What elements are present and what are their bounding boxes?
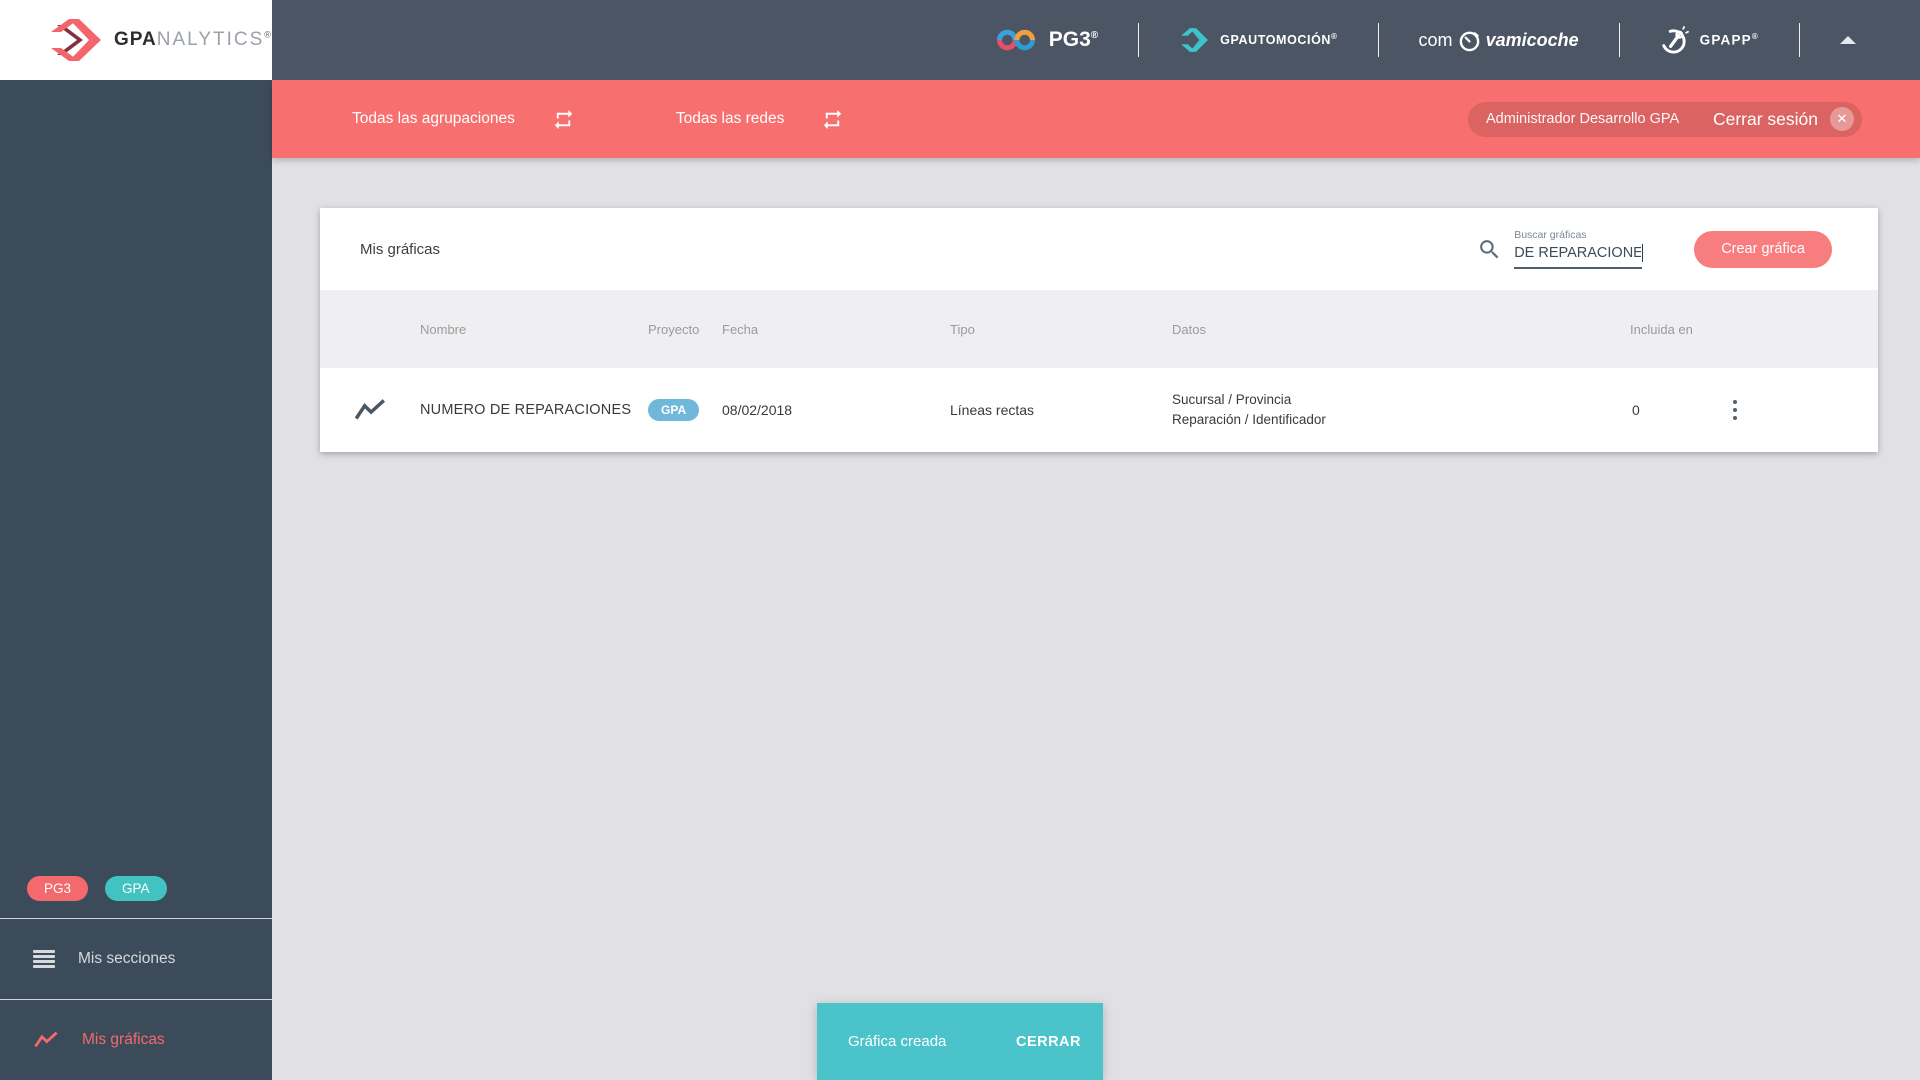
logo-gpa: GPA — [114, 29, 157, 50]
brand-gpautomocion[interactable]: GPAUTOMOCIÓN® — [1179, 26, 1337, 54]
snackbar-close-button[interactable]: CERRAR — [1006, 1026, 1091, 1058]
sidebar-item-mis-graficas[interactable]: Mis gráficas — [0, 1000, 272, 1080]
registered-mark: ® — [1090, 30, 1099, 41]
sidebar-item-label: Mis secciones — [78, 950, 176, 967]
topbar-divider — [1618, 23, 1620, 57]
app-logo-text: GPANALYTICS® — [114, 29, 272, 51]
col-header-proyecto: Proyecto — [648, 321, 700, 337]
brand-comovamicoche[interactable]: com vamicoche — [1419, 29, 1579, 52]
user-name: Administrador Desarrollo GPA — [1486, 111, 1680, 127]
col-header-nombre: Nombre — [420, 321, 467, 337]
brand-comova-post: vamicoche — [1485, 29, 1579, 50]
row-data-line2: Reparación / Identificador — [1172, 412, 1326, 427]
logo-nalytics: NALYTICS — [156, 29, 265, 50]
search-input[interactable] — [1514, 244, 1643, 267]
col-header-tipo: Tipo — [950, 321, 975, 337]
sidebar-bottom: PG3 GPA Mis secciones Mis gráficas — [0, 876, 272, 1080]
badge-gpa[interactable]: GPA — [105, 876, 167, 901]
registered-mark: ® — [264, 29, 272, 40]
filter-agrupaciones-label: Todas las agrupaciones — [352, 110, 515, 127]
brand-gpautomocion-label: GPAUTOMOCIÓN® — [1220, 32, 1338, 48]
gpapp-wrench-icon — [1661, 25, 1689, 54]
page-title: Mis gráficas — [360, 240, 441, 258]
snackbar: Gráfica creada CERRAR — [817, 1003, 1103, 1080]
topbar-divider — [1138, 23, 1140, 57]
search-area: Buscar gráficas Crear gráfica — [1477, 229, 1832, 269]
card-header: Mis gráficas Buscar gráficas Crear gráfi… — [320, 208, 1878, 290]
logout-button[interactable]: Cerrar sesión ✕ — [1713, 107, 1854, 131]
row-date: 08/02/2018 — [722, 402, 793, 418]
sidebar: GPANALYTICS® PG3 GPA Mis secciones Mis g… — [0, 0, 272, 1080]
filter-agrupaciones[interactable]: Todas las agrupaciones — [352, 108, 575, 131]
gpa-arrow-icon — [51, 19, 101, 61]
mis-graficas-card: Mis gráficas Buscar gráficas Crear gráfi… — [320, 208, 1878, 452]
filter-redes[interactable]: Todas las redes — [676, 108, 845, 131]
sidebar-item-mis-secciones[interactable]: Mis secciones — [0, 919, 272, 999]
app-root: GPANALYTICS® PG3 GPA Mis secciones Mis g… — [0, 0, 1920, 1080]
swap-icon[interactable] — [821, 108, 844, 131]
sidebar-item-label: Mis gráficas — [82, 1031, 165, 1048]
close-circle-icon: ✕ — [1830, 107, 1854, 131]
topbar: PG3® GPAUTOMOCIÓN® com vamicoche GPAPP® — [272, 0, 1920, 80]
table-row[interactable]: NUMERO DE REPARACIONES GPA 08/02/2018 Lí… — [320, 368, 1878, 452]
chart-line-icon — [354, 399, 385, 420]
badge-pg3[interactable]: PG3 — [27, 876, 89, 901]
filter-bar: Todas las agrupaciones Todas las redes A… — [272, 80, 1920, 158]
logout-label: Cerrar sesión — [1712, 108, 1818, 129]
sidebar-badges: PG3 GPA — [0, 876, 272, 918]
row-type: Líneas rectas — [950, 402, 1035, 418]
topbar-divider — [1799, 23, 1800, 57]
gpautomocion-arrow-icon — [1181, 28, 1209, 52]
topbar-divider — [1377, 23, 1379, 57]
collapse-up-arrow[interactable] — [1840, 36, 1856, 44]
brand-gpapp[interactable]: GPAPP® — [1660, 25, 1759, 55]
create-chart-button[interactable]: Crear gráfica — [1694, 230, 1832, 268]
swap-icon[interactable] — [552, 108, 575, 131]
text-caret — [1641, 244, 1644, 262]
col-header-incluida: Incluida en — [1630, 321, 1693, 337]
search-icon[interactable] — [1477, 237, 1502, 262]
brand-pg3-label: PG3® — [1048, 28, 1099, 51]
row-project-badge: GPA — [648, 399, 700, 421]
clock-icon — [1459, 31, 1479, 51]
pg3-infinity-icon — [996, 29, 1035, 51]
registered-mark: ® — [1751, 32, 1759, 42]
search-field-label: Buscar gráficas — [1514, 229, 1587, 241]
filter-redes-label: Todas las redes — [675, 110, 785, 127]
menu-icon — [33, 949, 55, 969]
search-field: Buscar gráficas — [1514, 229, 1644, 269]
chart-line-icon — [34, 1031, 58, 1048]
row-data: Sucursal / Provincia Reparación / Identi… — [1172, 390, 1630, 431]
table-header: Nombre Proyecto Fecha Tipo Datos Incluid… — [320, 290, 1878, 368]
row-included-count: 0 — [1632, 402, 1640, 418]
snackbar-message: Gráfica creada — [848, 1033, 947, 1050]
brand-gpapp-label: GPAPP® — [1699, 32, 1759, 48]
brand-pg3[interactable]: PG3® — [994, 23, 1098, 57]
col-header-fecha: Fecha — [722, 321, 759, 337]
row-data-line1: Sucursal / Provincia — [1172, 391, 1292, 407]
user-session-pill: Administrador Desarrollo GPA Cerrar sesi… — [1468, 101, 1862, 137]
row-name: NUMERO DE REPARACIONES — [420, 402, 632, 418]
registered-mark: ® — [1331, 32, 1338, 42]
app-logo: GPANALYTICS® — [0, 0, 272, 80]
col-header-datos: Datos — [1172, 321, 1206, 337]
brand-comova-pre: com — [1418, 29, 1453, 50]
row-menu-kebab-icon[interactable] — [1722, 393, 1748, 427]
